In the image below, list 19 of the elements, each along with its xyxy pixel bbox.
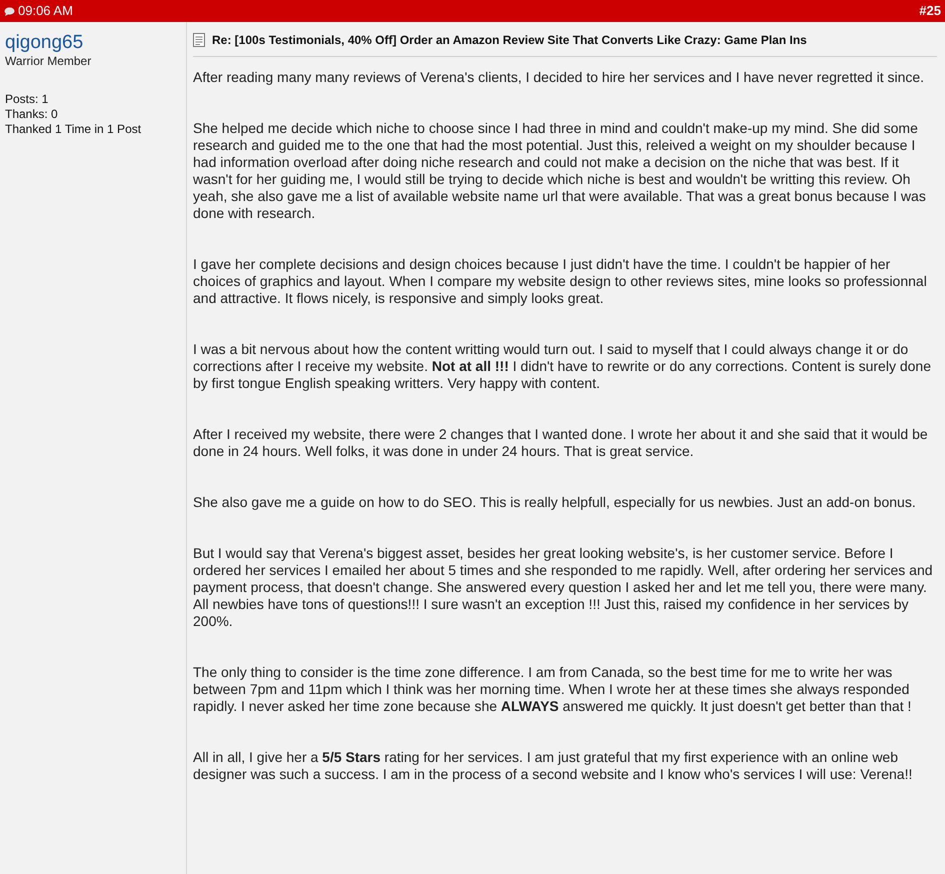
user-stat: Thanked 1 Time in 1 Post (5, 122, 142, 137)
user-stat: Posts: 1 (5, 92, 50, 107)
post-title: Re: [100s Testimonials, 40% Off] Order an Amazon Review Site That Converts Like Crazy: Game Plan Ins (212, 32, 807, 49)
post-paragraph: After I received my website, there were 2 changes that I wanted done. I wrote her about it and she said that it would be done in 24 hours. Well folks, it was done in under 24 hours. That is great service. (193, 426, 929, 460)
document-icon (193, 33, 206, 47)
user-stat: Thanks: 0 (5, 107, 59, 122)
post-paragraph: After reading many many reviews of Verena's clients, I decided to hire her services and I have never regretted it since. (193, 69, 926, 86)
post-time: 09:06 AM (18, 2, 73, 20)
post-paragraph: The only thing to consider is the time zone difference. I am from Canada, so the best time for me to write her was between 7pm and 11pm which I think was her morning time. When I wrote her at these times she always responded rapidly. I never asked her time zone because she ALWAYS answered me quickly. It just doesn't get better than that ! (193, 664, 912, 715)
username-link[interactable]: qigong65 (5, 32, 181, 54)
post-paragraph: All in all, I give her a 5/5 Stars rating for her services. I am just grateful that my first experience with an online web designer was such a success. I am in the process of a second website and I know who's services I will use: Verena!! (193, 749, 914, 783)
post-paragraph: I gave her complete decisions and design choices because I just didn't have the time. I couldn't be happier of her choices of graphics and layout. When I compare my website design to other reviews sites, mine looks so professionnal and attractive. It flows nicely, is responsive and simply looks great. (193, 256, 928, 307)
post-number-link[interactable]: #25 (919, 1, 941, 21)
post-paragraph: I was a bit nervous about how the content writting would turn out. I said to myself that I could always change it or do corrections after I receive my website. Not at all !!! I didn't have to rewrite or do any corrections. Content is surely done by first tongue English speaking writters. Very happy with content. (193, 341, 932, 392)
post-paragraph: She helped me decide which niche to choose since I had three in mind and couldn't make-up my mind. She did some research and guided me to the one that had the most potential. Just this, releived a weight on my shoulder because I had information overload after doing niche research and could not make a decision on the niche that was best. If it wasn't for her guiding me, I would still be trying to decide which niche is best and wouldn't be writting this review. Oh yeah, she also gave me a list of available website name url that were available. That was a great bonus because I was done with research. (193, 120, 927, 222)
post-paragraph: She also gave me a guide on how to do SEO. This is really helpfull, especially for us newbies. Just an add-on bonus. (193, 494, 917, 511)
post-paragraph: But I would say that Verena's biggest asset, besides her great looking website's, is her customer service. Before I ordered her services I emailed her about 5 times and she responded to me rapidly. Well, after ordering her services and payment process, that doesn't change. She answered every question I asked her and let me tell you, there were many. All newbies have tons of questions!!! I sure wasn't an exception !!! Just this, raised my confidence in her services by 200%. (193, 545, 934, 630)
user-rank: Warrior Member (5, 54, 92, 69)
speech-bubble-icon (4, 6, 15, 16)
